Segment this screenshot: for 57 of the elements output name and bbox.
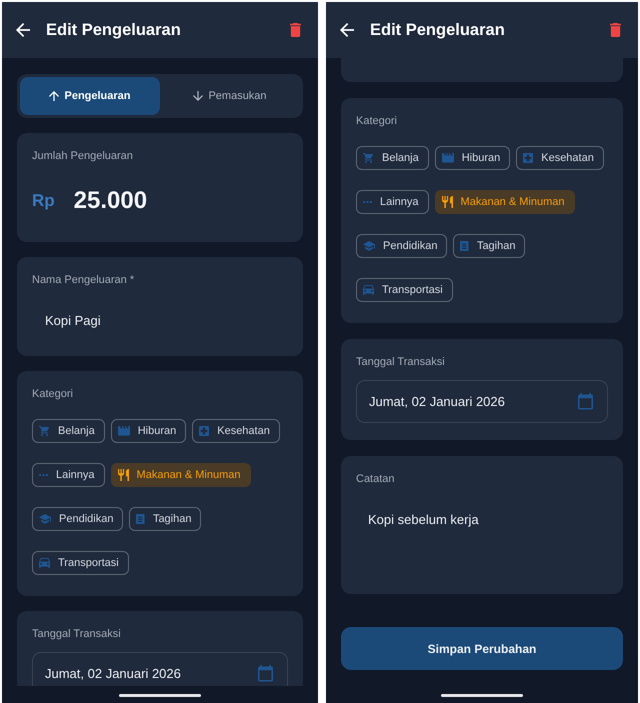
category-chip[interactable]: Tagihan xyxy=(129,507,202,531)
category-chip[interactable]: Lainnya xyxy=(356,190,429,214)
category-chip[interactable]: Makanan & Minuman xyxy=(434,190,574,214)
field-label: Tanggal Transaksi xyxy=(356,355,445,369)
more-dots-icon xyxy=(363,200,372,204)
screen-title: Edit Pengeluaran xyxy=(370,20,506,40)
field-label: Kategori xyxy=(356,114,397,128)
category-chip[interactable]: Hiburan xyxy=(110,419,186,443)
category-chip[interactable]: Transportasi xyxy=(356,278,453,302)
car-icon xyxy=(39,558,50,568)
category-chip[interactable]: Makanan & Minuman xyxy=(110,463,250,487)
amount-field[interactable]: 25.000 xyxy=(74,187,148,215)
save-button[interactable]: Simpan Perubahan xyxy=(341,627,623,670)
category-chip[interactable]: Pendidikan xyxy=(32,507,124,531)
category-chip[interactable]: Kesehatan xyxy=(516,146,604,170)
currency-prefix: Rp xyxy=(32,191,55,211)
category-chip[interactable]: Kesehatan xyxy=(192,419,280,443)
category-chip[interactable]: Hiburan xyxy=(434,146,510,170)
category-chip[interactable]: Belanja xyxy=(32,419,105,443)
name-field[interactable]: Kopi Pagi xyxy=(32,300,288,340)
document-icon xyxy=(460,240,469,252)
clapperboard-icon xyxy=(442,153,454,163)
field-label: Kategori xyxy=(32,387,73,401)
home-indicator[interactable] xyxy=(441,694,523,696)
medical-cross-icon xyxy=(523,153,534,163)
type-tab[interactable]: Pemasukan xyxy=(160,77,300,115)
document-icon xyxy=(136,514,145,524)
category-chip[interactable]: Belanja xyxy=(356,146,429,170)
type-tab[interactable]: Pengeluaran xyxy=(20,77,160,115)
trash-icon[interactable] xyxy=(610,23,621,37)
graduation-cap-icon xyxy=(39,514,51,524)
more-dots-icon xyxy=(39,474,48,476)
fork-knife-icon xyxy=(118,468,129,482)
field-label: Tanggal Transaksi xyxy=(32,627,121,641)
back-arrow-icon[interactable] xyxy=(340,23,354,37)
field-label: Jumlah Pengeluaran xyxy=(32,149,133,163)
arrow-down-icon xyxy=(193,91,204,101)
field-label: Nama Pengeluaran * xyxy=(32,273,134,287)
back-arrow-icon[interactable] xyxy=(16,23,30,37)
graduation-cap-icon xyxy=(363,241,375,251)
cart-icon xyxy=(363,153,374,163)
trash-icon[interactable] xyxy=(290,23,301,37)
fork-knife-icon xyxy=(442,196,453,208)
car-icon xyxy=(363,285,374,295)
medical-cross-icon xyxy=(199,426,210,436)
category-chip[interactable]: Pendidikan xyxy=(356,234,448,258)
screen-title: Edit Pengeluaran xyxy=(46,20,182,40)
home-indicator[interactable] xyxy=(119,694,201,696)
note-field[interactable]: Kopi sebelum kerja xyxy=(356,498,608,577)
category-chip[interactable]: Lainnya xyxy=(32,463,105,487)
date-field[interactable]: Jumat, 02 Januari 2026 xyxy=(356,380,608,423)
cart-icon xyxy=(39,426,50,436)
arrow-up-icon xyxy=(49,91,60,101)
category-chip[interactable]: Tagihan xyxy=(453,234,526,258)
field-label: Catatan xyxy=(356,472,395,486)
category-chip[interactable]: Transportasi xyxy=(32,551,129,575)
clapperboard-icon xyxy=(118,426,130,436)
